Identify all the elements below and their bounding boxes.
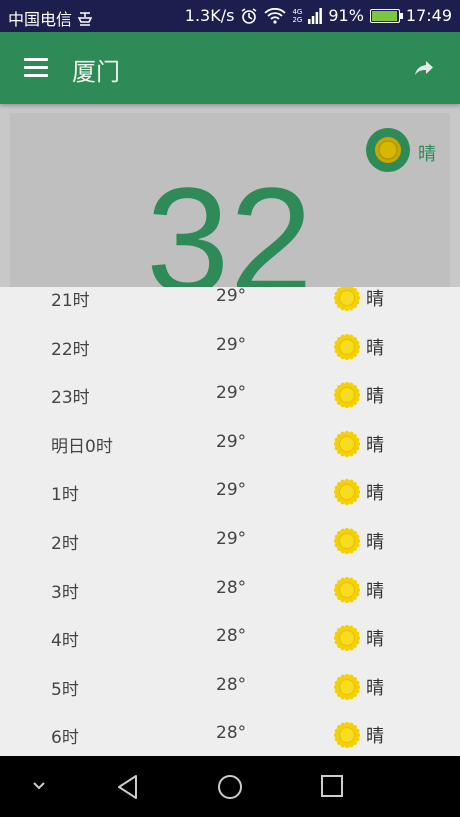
notification-icon [77,12,93,26]
hour-condition: 晴 [366,677,384,699]
hour-label: 2时 [51,534,79,554]
carrier-name: 中国电信 [8,10,73,29]
network-tag-top: 4G [292,7,303,16]
app-bar: 厦门 [0,32,460,104]
network-tag-bottom: 2G [292,15,303,24]
sun-icon [334,382,360,409]
hour-temperature: 28° [216,577,247,598]
sun-icon [334,722,360,749]
menu-icon[interactable] [24,58,48,78]
hourly-row: 23时 29° 晴 [0,371,460,419]
hourly-row: 6时 28° 晴 [0,711,460,756]
sun-icon [334,333,360,360]
hour-label: 1时 [51,485,79,506]
hour-temperature: 28° [216,626,247,647]
home-icon[interactable] [217,774,243,800]
hour-condition: 晴 [366,337,384,359]
status-right: 1.3K/s 4G 2G 91% 17:49 [185,6,452,25]
hourly-forecast-sheet[interactable]: 21时 29° 晴 22时 29° 晴 23时 29° 晴明日0时 29° 晴 1时 29° 晴 2时 29°… [0,287,460,756]
hour-label: 22时 [51,339,90,360]
hour-label: 23时 [51,388,90,409]
hourly-row: 3时 28° 晴 [0,566,460,614]
hour-condition: 晴 [366,532,384,553]
hour-label: 4时 [51,631,79,652]
status-bar: 中国电信 1.3K/s 4G 2G 91% 17:49 [0,0,460,32]
battery-percent: 91% [328,6,364,25]
sun-icon [334,576,360,603]
chevron-down-icon[interactable] [30,780,48,792]
network-speed: 1.3K/s [184,6,235,25]
hour-label: 21时 [51,291,90,311]
hour-label: 5时 [51,679,79,700]
hourly-row: 2时 29° 晴 [0,517,460,565]
hour-condition: 晴 [366,483,384,505]
hour-condition: 晴 [366,629,384,651]
hour-temperature: 29° [216,480,247,501]
current-condition: 晴 [418,144,436,165]
hour-label: 3时 [51,582,79,603]
hour-condition: 晴 [366,289,384,310]
current-weather-card: 晴 32 [10,113,450,313]
hour-temperature: 28° [216,674,247,695]
hour-temperature: 29° [216,529,247,549]
hour-temperature: 29° [216,334,247,355]
share-icon[interactable] [412,56,436,80]
hourly-row: 明日0时 29° 晴 [0,420,460,468]
sun-icon [375,137,401,163]
sun-icon [334,430,360,457]
hour-temperature: 29° [216,431,247,452]
hour-label: 明日0时 [51,436,113,457]
hourly-row: 21时 29° 晴 [0,287,460,322]
signal-icon [308,7,323,24]
hour-temperature: 28° [216,723,247,744]
network-type: 4G 2G [292,8,302,24]
carrier-label: 中国电信 [8,6,93,30]
sun-icon [334,625,360,652]
hour-label: 6时 [51,728,79,749]
battery-icon [369,8,403,23]
hourly-row: 22时 29° 晴 [0,323,460,371]
sun-icon [334,479,360,506]
alarm-icon [241,7,257,24]
hour-condition: 晴 [366,580,384,602]
hour-temperature: 29° [216,287,247,306]
recents-icon[interactable] [320,774,344,798]
hourly-row: 5时 28° 晴 [0,663,460,711]
hour-condition: 晴 [366,434,384,456]
sun-icon [334,673,360,700]
current-weather-badge [366,128,410,172]
sun-icon [334,287,360,311]
city-title: 厦门 [72,58,120,86]
hourly-row: 1时 29° 晴 [0,468,460,516]
hour-condition: 晴 [366,386,384,408]
hour-condition: 晴 [366,726,384,748]
clock: 17:49 [405,6,452,25]
navigation-bar [0,756,460,817]
hour-temperature: 29° [216,383,247,404]
hourly-row: 4时 28° 晴 [0,614,460,662]
back-icon[interactable] [116,774,140,800]
wifi-icon [264,7,287,24]
sun-icon [334,528,360,554]
